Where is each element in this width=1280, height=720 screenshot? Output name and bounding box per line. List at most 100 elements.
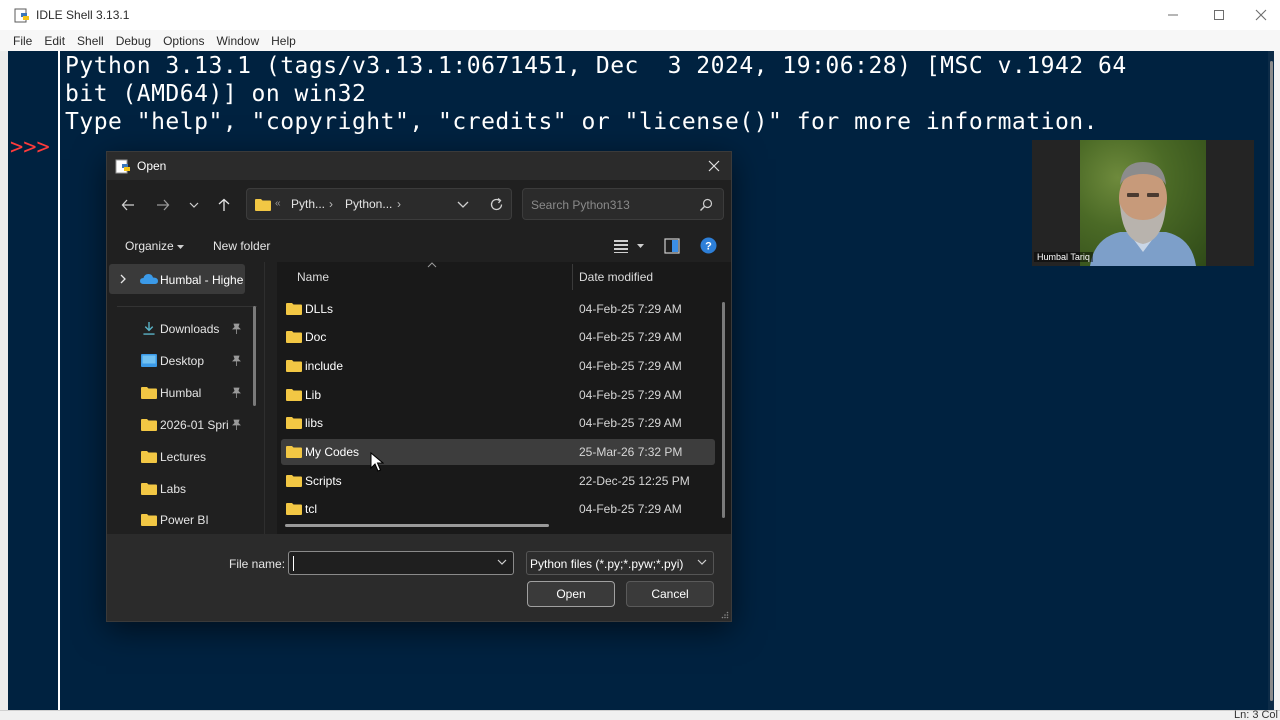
status-bar: Ln: 3 Col [0,709,1280,720]
pin-icon [232,387,241,398]
folder-icon [286,331,302,343]
shell-prompt: >>> [10,135,50,160]
folder-icon [141,419,157,431]
shell-scrollbar[interactable] [1268,51,1274,710]
pin-icon [232,323,241,334]
column-header-date[interactable]: Date modified [579,270,653,284]
nav-item-power-bi[interactable]: Power BI [107,506,257,534]
forward-button[interactable] [152,194,174,216]
up-button[interactable] [213,194,235,216]
refresh-icon[interactable] [489,197,504,212]
breadcrumb-overflow[interactable]: « [275,198,281,209]
preview-pane-icon[interactable] [664,238,680,254]
idle-app-icon [14,8,29,23]
file-date: 22-Dec-25 12:25 PM [579,474,690,488]
new-folder-button[interactable]: New folder [213,239,270,253]
onedrive-icon [140,274,158,284]
shell-line: bit (AMD64)] on win32 [65,81,367,107]
menu-shell[interactable]: Shell [72,34,109,48]
file-type-value: Python files (*.py;*.pyw;*.pyi) [530,557,684,571]
menu-window[interactable]: Window [211,34,264,48]
file-row-selected[interactable]: My Codes 25-Mar-26 7:32 PM [281,439,715,465]
chevron-right-icon[interactable] [119,274,127,284]
svg-text:?: ? [705,241,712,253]
file-name-input[interactable] [288,551,514,575]
file-list-vertical-scrollbar[interactable] [722,302,725,518]
recent-locations-button[interactable] [183,194,205,216]
desktop-icon [141,354,157,367]
webcam-overlay: Humbal Tariq [1032,140,1254,266]
minimize-icon [1168,14,1178,16]
breadcrumb-item[interactable]: Pyth... [291,197,325,211]
dialog-nav-bar: « Pyth... › Python... › [107,180,731,230]
organize-button[interactable]: Organize [125,239,185,253]
column-header-name[interactable]: Name [297,270,329,284]
arrow-left-icon [121,199,134,211]
download-icon [143,322,155,335]
chevron-down-icon [697,559,707,565]
breadcrumb-separator-icon: › [329,197,333,211]
file-row[interactable]: DLLs 04-Feb-25 7:29 AM [281,296,715,322]
folder-icon [286,303,302,315]
nav-label: Labs [160,482,187,496]
file-name: Doc [305,330,327,344]
close-window-button[interactable] [1242,0,1280,30]
menu-debug[interactable]: Debug [111,34,156,48]
chevron-down-icon [189,202,199,208]
search-input[interactable] [531,196,691,214]
file-type-select[interactable]: Python files (*.py;*.pyw;*.pyi) [526,551,714,575]
close-icon [1255,9,1267,21]
resize-grip-icon[interactable] [721,611,729,619]
dialog-title-bar: Open [107,152,731,180]
file-row[interactable]: libs 04-Feb-25 7:29 AM [281,410,715,436]
help-icon[interactable]: ? [700,237,717,254]
menu-options[interactable]: Options [158,34,209,48]
shell-output: Python 3.13.1 (tags/v3.13.1:0671451, Dec… [65,52,1127,136]
nav-item-downloads[interactable]: Downloads [107,315,257,343]
minimize-button[interactable] [1150,0,1196,30]
menu-edit[interactable]: Edit [39,34,70,48]
nav-label: Humbal [160,386,202,400]
search-box[interactable] [522,188,724,220]
shell-scrollbar-thumb[interactable] [1270,61,1273,701]
view-options-icon[interactable] [613,238,629,254]
folder-icon [286,475,302,487]
webcam-name-label: Humbal Tariq [1034,252,1093,262]
file-row[interactable]: tcl 04-Feb-25 7:29 AM [281,496,715,522]
menu-file[interactable]: File [8,34,37,48]
caret-down-icon[interactable] [637,244,644,249]
nav-item-2026-01-spring[interactable]: 2026-01 Spri [107,411,257,439]
dialog-close-button[interactable] [705,157,723,175]
nav-item-humbal[interactable]: Humbal [107,379,257,407]
menu-help[interactable]: Help [266,34,301,48]
open-button[interactable]: Open [527,581,615,607]
cancel-button[interactable]: Cancel [626,581,714,607]
nav-item-desktop[interactable]: Desktop [107,347,257,375]
file-name: include [305,359,344,373]
chevron-down-icon[interactable] [457,200,469,210]
file-date: 04-Feb-25 7:29 AM [579,388,682,402]
column-separator[interactable] [572,264,573,290]
nav-pane-scrollbar[interactable] [253,306,256,406]
file-row[interactable]: include 04-Feb-25 7:29 AM [281,353,715,379]
file-list-horizontal-scrollbar[interactable] [285,524,549,527]
back-button[interactable] [117,194,139,216]
address-bar[interactable]: « Pyth... › Python... › [246,188,512,220]
folder-icon [255,199,271,211]
nav-label: 2026-01 Spri [160,418,229,432]
breadcrumb-item[interactable]: Python... [345,197,392,211]
sort-ascending-icon [427,262,437,268]
maximize-button[interactable] [1196,0,1242,30]
file-row[interactable]: Doc 04-Feb-25 7:29 AM [281,324,715,350]
nav-item-lectures[interactable]: Lectures [107,443,257,471]
nav-item-labs[interactable]: Labs [107,475,257,503]
pane-divider[interactable] [264,262,265,534]
file-row[interactable]: Lib 04-Feb-25 7:29 AM [281,382,715,408]
open-dialog: Open « Pyth... › Python... › Search Pyth… [106,151,732,622]
chevron-down-icon[interactable] [497,557,507,567]
folder-icon [286,446,302,458]
nav-item-onedrive[interactable]: Humbal - Highe [109,264,245,294]
file-date: 04-Feb-25 7:29 AM [579,416,682,430]
file-row[interactable]: Scripts 22-Dec-25 12:25 PM [281,468,715,494]
command-bar: Organize New folder ? [107,230,731,262]
